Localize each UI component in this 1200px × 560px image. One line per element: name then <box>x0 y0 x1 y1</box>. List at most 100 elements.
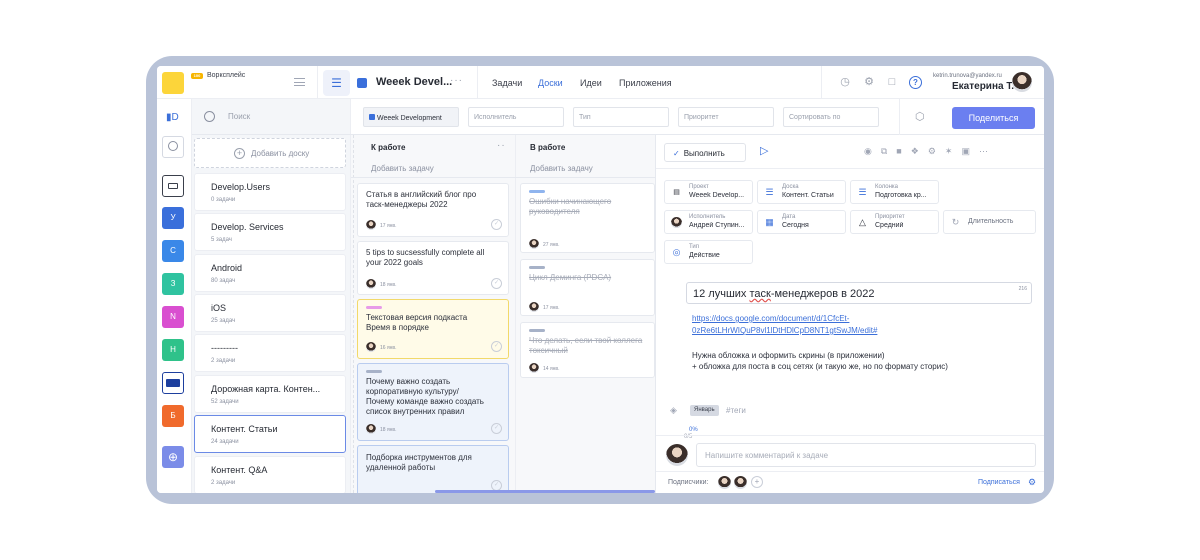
user-avatar[interactable] <box>1012 72 1032 92</box>
project-item[interactable]: --------- 2 задачи <box>194 334 346 372</box>
nav-tasks[interactable]: Задачи <box>492 78 522 88</box>
project-item[interactable]: iOS 25 задач <box>194 294 346 332</box>
play-icon[interactable]: ▷ <box>760 144 768 157</box>
task-card[interactable]: Ошибки начинающего руководителя 27 янв. <box>520 183 655 253</box>
divider <box>899 99 900 135</box>
add-board-button[interactable]: + Добавить доску <box>194 138 346 168</box>
nav-apps[interactable]: Приложения <box>619 78 672 88</box>
char-count: 216 <box>1018 286 1027 292</box>
nav-boards[interactable]: Доски <box>538 78 563 88</box>
timer-icon[interactable]: ◷ <box>839 76 851 88</box>
check-icon: ✓ <box>673 149 680 158</box>
task-card[interactable]: Что делать, если твой коллега токсичный … <box>520 322 655 378</box>
task-title: 5 tips to sucsessfully complete all <box>366 248 485 257</box>
priority-filter[interactable]: Приоритет <box>678 107 774 127</box>
project-count: 2 задачи <box>211 358 236 364</box>
rail-workspace-z[interactable]: З <box>162 273 184 295</box>
prop-priority[interactable]: △ Приоритет Средний <box>850 210 939 234</box>
complete-button[interactable]: ✓ Выполнить <box>664 143 746 162</box>
check-icon[interactable]: ✓ <box>491 423 502 434</box>
subscribe-button[interactable]: Подписаться <box>978 479 1020 486</box>
doc-link[interactable]: https://docs.google.com/document/d/1CfcE… <box>692 313 849 325</box>
project-color-swatch <box>357 78 367 88</box>
settings-icon[interactable]: ⚙ <box>863 76 875 88</box>
search-workspace-button[interactable] <box>162 136 184 158</box>
project-item-selected[interactable]: Контент. Статьи 24 задачи <box>194 415 346 453</box>
eye-icon[interactable]: ◉ <box>864 146 881 156</box>
rail-workspace-logo[interactable] <box>162 372 184 394</box>
sidebar-toggle-icon[interactable]: ▮D <box>166 112 179 123</box>
prop-column[interactable]: ☰ Колонка Подготовка кр... <box>850 180 939 204</box>
rail-workspace-n[interactable]: N <box>162 306 184 328</box>
type-filter[interactable]: Тип <box>573 107 669 127</box>
menu-icon[interactable] <box>294 78 305 86</box>
share-icon[interactable]: ✶ <box>945 146 962 156</box>
add-task-button[interactable]: Добавить задачу <box>371 164 434 173</box>
attach-icon[interactable]: ❖ <box>911 146 928 156</box>
project-item[interactable]: Develop. Services 5 задач <box>194 213 346 251</box>
workspace-label[interactable]: Ворксплейс <box>207 72 245 79</box>
check-icon[interactable]: ✓ <box>491 341 502 352</box>
prop-label: Тип <box>689 244 700 250</box>
task-card[interactable]: Подборка инструментов для удаленной рабо… <box>357 445 509 493</box>
rail-workspace-u[interactable]: У <box>162 207 184 229</box>
add-task-button[interactable]: Добавить задачу <box>530 164 593 173</box>
project-item[interactable]: Develop.Users 0 задачи <box>194 173 346 211</box>
rail-workspace-s[interactable]: С <box>162 240 184 262</box>
settings-icon[interactable]: ⚙ <box>1028 477 1036 488</box>
tags-input[interactable]: #теги <box>726 406 746 415</box>
task-card[interactable]: Текстовая версия подкаста Время в порядк… <box>357 299 509 359</box>
project-name[interactable]: Weeek Devel... <box>376 76 452 88</box>
prop-assignee[interactable]: Исполнитель Андрей Ступин... <box>664 210 753 234</box>
check-icon[interactable]: ✓ <box>491 278 502 289</box>
layers-icon[interactable]: ☰ <box>323 70 350 96</box>
task-card[interactable]: Цикл Деминга (PDCA) 17 янв. <box>520 259 655 316</box>
workspace-logo[interactable] <box>162 72 184 94</box>
prop-project[interactable]: ▤ Проект Weeek Develop... <box>664 180 753 204</box>
more-icon[interactable]: ··· <box>450 75 463 86</box>
trash-icon[interactable]: ▣ <box>961 146 979 156</box>
rail-folder-button[interactable] <box>162 175 184 197</box>
task-card[interactable]: Статья в английский блог про таск-менедж… <box>357 183 509 237</box>
task-card[interactable]: 5 tips to sucsessfully complete all your… <box>357 241 509 295</box>
help-icon[interactable]: ? <box>909 76 922 89</box>
assignee-avatar <box>366 424 376 434</box>
comment-input[interactable]: Напишите комментарий к задаче <box>696 443 1036 467</box>
task-card[interactable]: Почему важно создать корпоративную культ… <box>357 363 509 441</box>
prop-value: Средний <box>875 222 904 229</box>
sort-filter[interactable]: Сортировать по <box>783 107 879 127</box>
prop-duration[interactable]: ↻ Длительность <box>943 210 1036 234</box>
prop-type[interactable]: ◎ Тип Действие <box>664 240 753 264</box>
search-input[interactable]: Поиск <box>228 112 250 121</box>
nav-ideas[interactable]: Идеи <box>580 78 602 88</box>
target-icon: ◎ <box>672 247 681 257</box>
doc-link[interactable]: 0zRe6tLHrWIQuP8vl1lDtHDlCpD8NT1gtSwJM/ed… <box>692 325 877 337</box>
task-title-input[interactable]: 12 лучших таск-менеджеров в 2022 216 <box>686 282 1032 304</box>
project-item[interactable]: Контент. Q&A 2 задачи <box>194 456 346 493</box>
add-subscriber-icon[interactable]: + <box>751 476 763 488</box>
rail-workspace-b[interactable]: Б <box>162 405 184 427</box>
column-more-icon[interactable]: ·· <box>497 140 506 151</box>
plus-icon: + <box>234 148 245 159</box>
share-button[interactable]: Поделиться <box>952 107 1035 129</box>
check-icon[interactable]: ✓ <box>491 219 502 230</box>
gear-icon[interactable]: ⚙ <box>928 146 945 156</box>
more-icon[interactable]: ⋯ <box>979 146 997 156</box>
add-workspace-icon[interactable]: ⊕ <box>162 446 184 468</box>
user-name[interactable]: Екатерина Т. <box>952 81 1014 92</box>
column-title[interactable]: В работе <box>530 143 565 152</box>
chat-icon[interactable]: □ <box>886 76 898 88</box>
prop-board[interactable]: ☰ Доска Контент. Статьи <box>757 180 846 204</box>
project-filter[interactable]: Weeek Development <box>363 107 459 127</box>
column-title[interactable]: К работе <box>371 143 405 152</box>
rail-workspace-h[interactable]: Н <box>162 339 184 361</box>
tag-chip[interactable]: Январь <box>690 405 719 416</box>
board-settings-icon[interactable]: ⬡ <box>915 110 925 123</box>
prop-date[interactable]: ▦ Дата Сегодня <box>757 210 846 234</box>
lock-icon[interactable]: ■ <box>896 146 910 156</box>
board-scrollbar[interactable] <box>435 490 655 493</box>
assignee-filter[interactable]: Исполнитель <box>468 107 564 127</box>
copy-icon[interactable]: ⧉ <box>881 146 896 156</box>
project-item[interactable]: Дорожная карта. Контен... 52 задачи <box>194 375 346 413</box>
project-item[interactable]: Android 80 задач <box>194 254 346 292</box>
